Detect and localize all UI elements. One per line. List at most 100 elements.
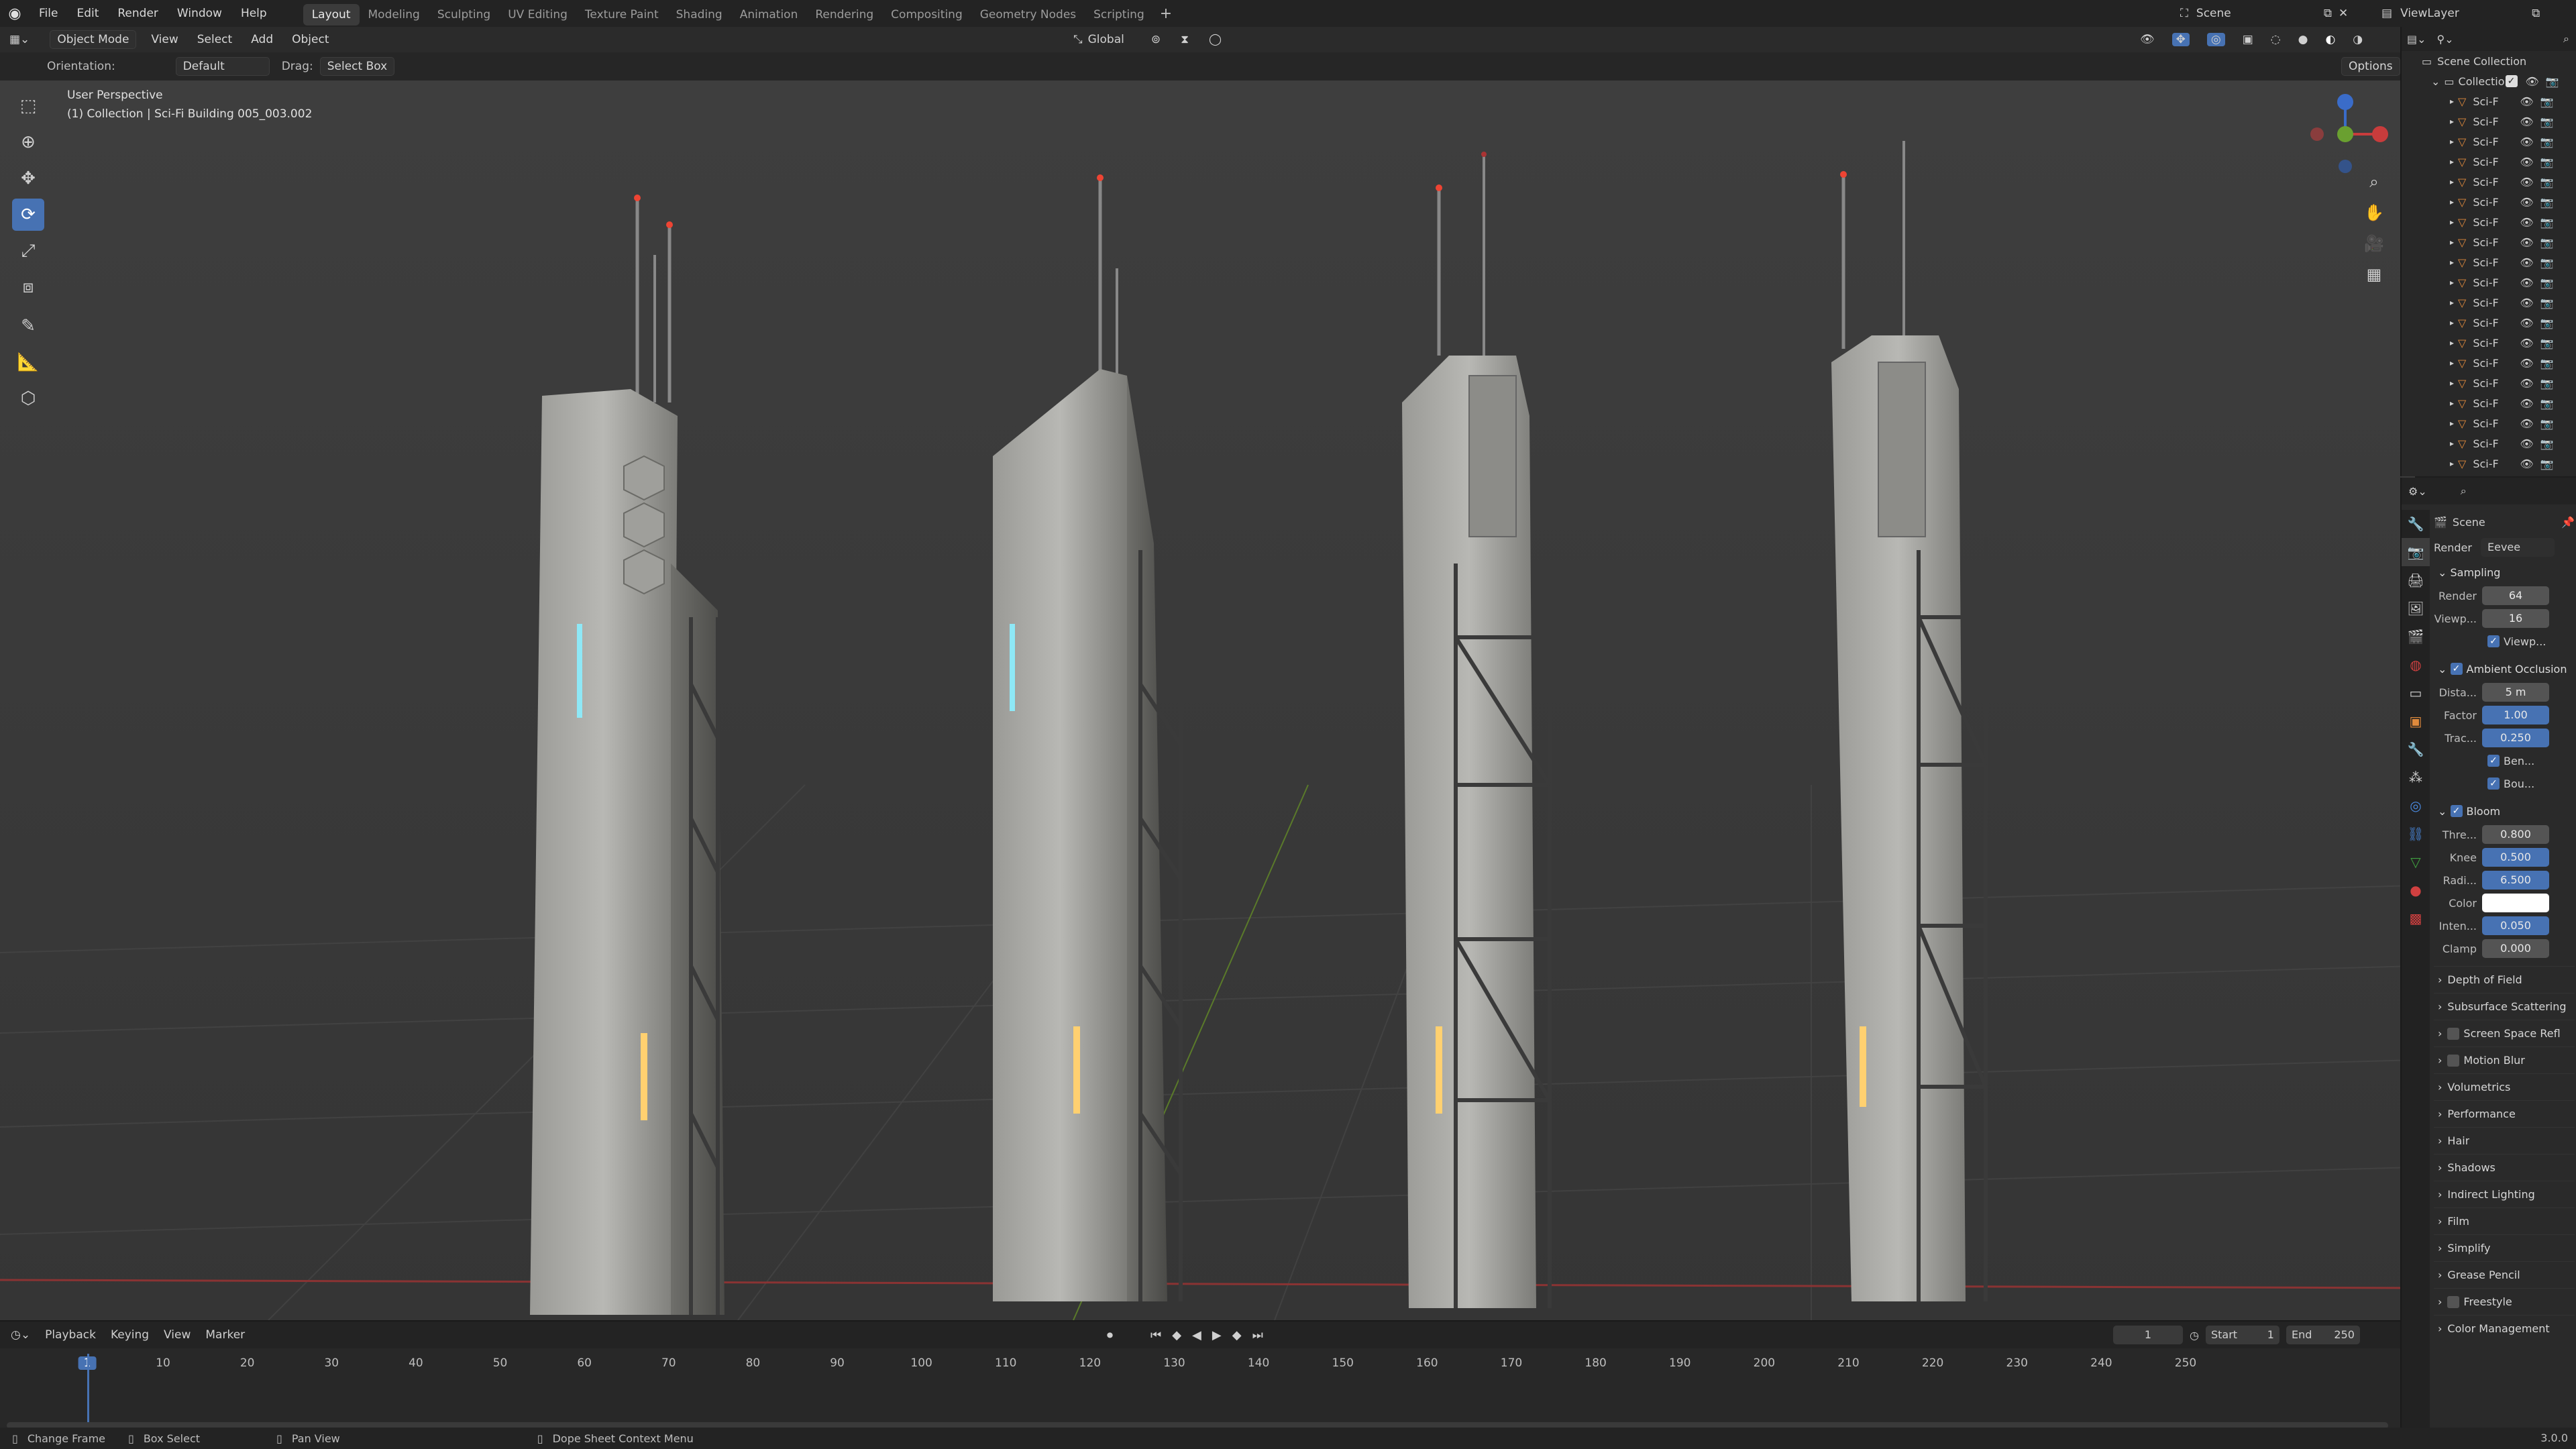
bloom-color-swatch[interactable]: [2482, 894, 2549, 912]
outliner-item[interactable]: ▸ ▽ Sci-F 👁 📷: [2402, 413, 2576, 433]
viewport-samples-field[interactable]: 16: [2482, 609, 2549, 628]
3d-viewport[interactable]: User Perspective (1) Collection | Sci-Fi…: [0, 80, 2415, 1320]
eye-icon[interactable]: 👁: [2520, 458, 2533, 470]
expand-icon[interactable]: ▸: [2450, 137, 2454, 146]
camera-icon[interactable]: 📷: [2540, 95, 2554, 108]
eye-icon[interactable]: 👁: [2520, 437, 2533, 450]
outliner-item[interactable]: ▸ ▽ Sci-F 👁 📷: [2402, 272, 2576, 292]
ao-bent-normals-checkbox[interactable]: ✓: [2487, 755, 2500, 767]
section-checkbox[interactable]: ✓: [2447, 1027, 2460, 1040]
outliner-item[interactable]: ▸ ▽ Sci-F 👁 📷: [2402, 313, 2576, 333]
outliner-search-icon[interactable]: ⌕: [2563, 32, 2569, 46]
camera-icon[interactable]: 📷: [2540, 317, 2554, 329]
collection-row[interactable]: ⌄ ▭ Collection ✓ 👁 📷: [2402, 71, 2576, 91]
marker-menu[interactable]: Marker: [205, 1328, 245, 1342]
eye-icon[interactable]: 👁: [2520, 297, 2533, 309]
particles-tab-icon[interactable]: ⁂: [2402, 763, 2430, 792]
outliner-item[interactable]: ▸ ▽ Sci-F 👁 📷: [2402, 172, 2576, 192]
eye-icon[interactable]: 👁: [2520, 337, 2533, 350]
eye-icon[interactable]: 👁: [2520, 95, 2533, 108]
outliner-item[interactable]: ▸ ▽ Sci-F 👁 📷: [2402, 152, 2576, 172]
eye-icon[interactable]: 👁: [2520, 136, 2533, 148]
camera-icon[interactable]: 📷: [2540, 458, 2554, 470]
expand-icon[interactable]: ▸: [2450, 358, 2454, 368]
expand-icon[interactable]: ▸: [2450, 459, 2454, 468]
expand-icon[interactable]: ▸: [2450, 419, 2454, 428]
object-menu[interactable]: Object: [282, 26, 338, 53]
eye-icon[interactable]: 👁: [2520, 156, 2533, 168]
section-film[interactable]: › Film: [2434, 1208, 2575, 1234]
eye-icon[interactable]: 👁: [2520, 256, 2533, 269]
section-screen-space-refl[interactable]: › ✓Screen Space Refl: [2434, 1020, 2575, 1046]
workspace-tab-geometry-nodes[interactable]: Geometry Nodes: [971, 4, 1085, 25]
bloom-intensity-field[interactable]: 0.050: [2482, 916, 2549, 935]
section-performance[interactable]: › Performance: [2434, 1100, 2575, 1127]
expand-icon[interactable]: ▸: [2450, 318, 2454, 327]
bloom-knee-field[interactable]: 0.500: [2482, 848, 2549, 867]
sampling-header[interactable]: ⌄ Sampling: [2434, 559, 2575, 585]
eye-icon[interactable]: 👁: [2520, 377, 2533, 390]
menu-window[interactable]: Window: [168, 0, 231, 27]
section-freestyle[interactable]: › ✓Freestyle: [2434, 1288, 2575, 1315]
pivot-icon[interactable]: ⊚: [1151, 33, 1161, 46]
outliner-item[interactable]: ▸ ▽ Sci-F 👁 📷: [2402, 252, 2576, 272]
camera-icon[interactable]: 📷: [2540, 236, 2554, 249]
workspace-tab-layout[interactable]: Layout: [303, 4, 360, 25]
visibility-icon[interactable]: 👁: [2140, 33, 2155, 46]
shading-rendered-icon[interactable]: ◑: [2353, 33, 2363, 46]
outliner-item[interactable]: ▸ ▽ Sci-F 👁 📷: [2402, 212, 2576, 232]
render-tab-icon[interactable]: 📷: [2402, 538, 2430, 566]
outliner-item[interactable]: ▸ ▽ Sci-F 👁 📷: [2402, 91, 2576, 111]
properties-editor-icon[interactable]: ⚙⌄: [2408, 485, 2427, 498]
outliner-item[interactable]: ▸ ▽ Sci-F 👁 📷: [2402, 453, 2576, 474]
tool-tab-icon[interactable]: 🔧: [2402, 510, 2430, 538]
section-indirect-lighting[interactable]: › Indirect Lighting: [2434, 1181, 2575, 1208]
pan-hand-icon[interactable]: ✋: [2360, 199, 2388, 227]
bloom-checkbox[interactable]: ✓: [2450, 805, 2463, 817]
menu-help[interactable]: Help: [231, 0, 276, 27]
bloom-clamp-field[interactable]: 0.000: [2482, 939, 2549, 958]
camera-icon[interactable]: 📷: [2540, 357, 2554, 370]
world-tab-icon[interactable]: ◍: [2402, 651, 2430, 679]
output-tab-icon[interactable]: 🖨: [2402, 566, 2430, 594]
eye-icon[interactable]: 👁: [2520, 196, 2533, 209]
eye-icon[interactable]: 👁: [2520, 357, 2533, 370]
mode-dropdown[interactable]: Object Mode: [50, 30, 137, 49]
texture-tab-icon[interactable]: ▩: [2402, 904, 2430, 932]
expand-icon[interactable]: ▸: [2450, 258, 2454, 267]
scene-selector[interactable]: ⛶ Scene ⧉ ✕: [2180, 3, 2348, 23]
section-checkbox[interactable]: ✓: [2447, 1054, 2460, 1067]
ao-bounce-checkbox[interactable]: ✓: [2487, 777, 2500, 790]
ao-distance-field[interactable]: 5 m: [2482, 683, 2549, 702]
expand-icon[interactable]: ▸: [2450, 298, 2454, 307]
menu-edit[interactable]: Edit: [67, 0, 108, 27]
physics-tab-icon[interactable]: ◎: [2402, 792, 2430, 820]
eye-icon[interactable]: 👁: [2520, 115, 2533, 128]
camera-icon[interactable]: 📷: [2540, 115, 2554, 128]
bloom-radius-field[interactable]: 6.500: [2482, 871, 2549, 890]
eye-icon[interactable]: 👁: [2520, 397, 2533, 410]
move-icon[interactable]: ✥: [12, 162, 44, 195]
camera-icon[interactable]: 📷: [2540, 156, 2554, 168]
eye-icon[interactable]: 👁: [2520, 417, 2533, 430]
expand-icon[interactable]: ▸: [2450, 177, 2454, 186]
zoom-icon[interactable]: ⌕: [2360, 168, 2388, 196]
ortho-toggle-icon[interactable]: ▦: [2360, 260, 2388, 288]
outliner-item[interactable]: ▸ ▽ Sci-F 👁 📷: [2402, 232, 2576, 252]
collection-checkbox[interactable]: ✓: [2505, 75, 2518, 87]
workspace-tab-uv-editing[interactable]: UV Editing: [499, 4, 576, 25]
overlay-toggle-icon[interactable]: ◎: [2206, 33, 2225, 46]
proportional-edit-icon[interactable]: ◯: [1209, 33, 1222, 46]
outliner-item[interactable]: ▸ ▽ Sci-F 👁 📷: [2402, 131, 2576, 152]
shading-solid-icon[interactable]: ●: [2298, 33, 2308, 46]
prev-keyframe-icon[interactable]: ◆: [1172, 1328, 1181, 1342]
eye-icon[interactable]: 👁: [2526, 75, 2539, 88]
section-subsurface-scattering[interactable]: › Subsurface Scattering: [2434, 993, 2575, 1020]
camera-view-icon[interactable]: 🎥: [2360, 229, 2388, 258]
workspace-tab-compositing[interactable]: Compositing: [882, 4, 971, 25]
cursor-icon[interactable]: ⊕: [12, 126, 44, 158]
playback-menu[interactable]: Playback: [45, 1328, 96, 1342]
editor-type-icon[interactable]: ▦⌄: [9, 33, 30, 46]
camera-icon[interactable]: 📷: [2540, 276, 2554, 289]
eye-icon[interactable]: 👁: [2520, 276, 2533, 289]
